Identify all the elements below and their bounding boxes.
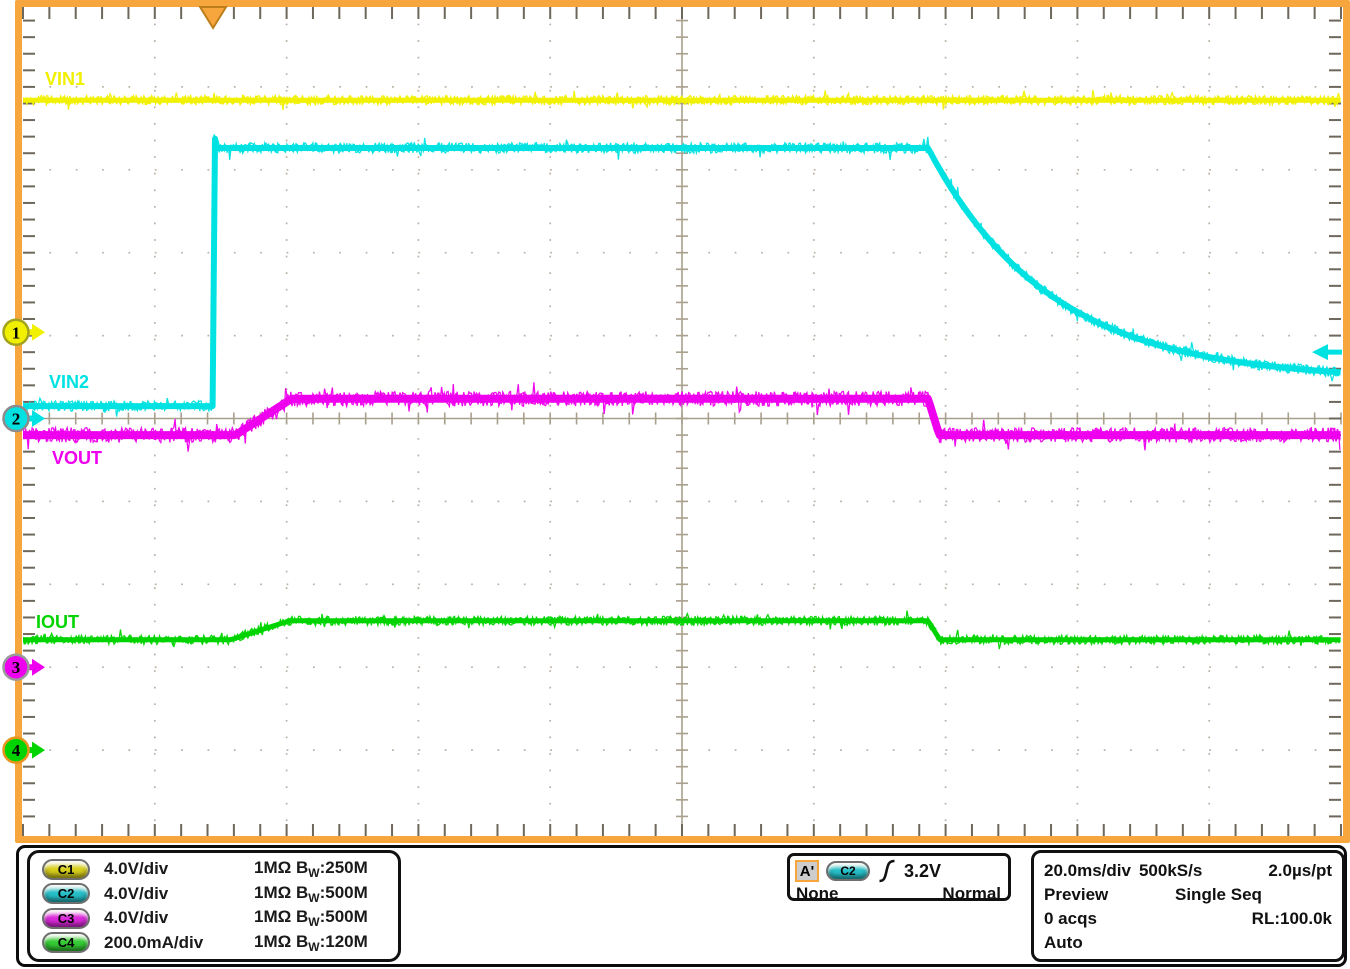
trace-label-vout: VOUT xyxy=(52,448,102,468)
channel-3-marker[interactable]: 3 xyxy=(4,655,46,680)
channel-row-c1[interactable]: C1 4.0V/div 1MΩ BW:250M xyxy=(42,857,398,882)
trace-label-vin2: VIN2 xyxy=(49,372,89,392)
channel-scale: 4.0V/div xyxy=(104,859,168,879)
channel-impedance-bandwidth: 1MΩ BW:120M xyxy=(254,932,368,954)
trigger-auto-mode: Auto xyxy=(1044,933,1083,953)
channel-2-right-arrow-icon[interactable] xyxy=(1312,344,1342,360)
oscilloscope-screen: VIN1 1 VIN2 2 VOUT 3 IOUT 4 C1 4.0V/div 1MΩ BW:25… xyxy=(0,0,1350,969)
trigger-level: 3.2V xyxy=(904,861,941,882)
run-mode: Single Seq xyxy=(1175,885,1262,905)
channel-scale: 4.0V/div xyxy=(104,908,168,928)
trigger-source-channel-pill: C2 xyxy=(826,861,870,881)
sample-resolution: 2.0µs/pt xyxy=(1268,861,1332,881)
trigger-position-marker[interactable] xyxy=(200,7,226,28)
channel-2-marker[interactable]: 2 xyxy=(4,406,46,431)
channel-row-c4[interactable]: C4 200.0mA/div 1MΩ BW:120M xyxy=(42,931,398,956)
channel-pill-c4[interactable]: C4 xyxy=(42,932,90,953)
channel-row-c3[interactable]: C3 4.0V/div 1MΩ BW:500M xyxy=(42,906,398,931)
trigger-mode-row: None Normal xyxy=(795,884,1003,905)
trigger-summary-row: A' C2 3.2V xyxy=(795,858,1003,884)
timebase-row-1: 20.0ms/div 500kS/s 2.0µs/pt xyxy=(1044,860,1332,881)
trace-label-vin1: VIN1 xyxy=(45,69,85,89)
timebase-scale: 20.0ms/div xyxy=(1044,861,1131,881)
svg-text:3: 3 xyxy=(12,658,21,677)
channel-scale: 4.0V/div xyxy=(104,884,168,904)
svg-text:1: 1 xyxy=(12,323,21,342)
svg-text:2: 2 xyxy=(12,410,21,429)
channel-settings-panel: C1 4.0V/div 1MΩ BW:250M C2 4.0V/div 1MΩ BW:50… xyxy=(27,850,401,962)
rising-edge-icon xyxy=(877,858,897,884)
record-length: RL:100.0k xyxy=(1252,909,1332,929)
timebase-row-4: Auto xyxy=(1044,932,1332,953)
channel-1-marker[interactable]: 1 xyxy=(4,320,46,345)
svg-text:4: 4 xyxy=(12,741,21,760)
channel-pill-c1[interactable]: C1 xyxy=(42,859,90,880)
timebase-panel: 20.0ms/div 500kS/s 2.0µs/pt Preview Sing… xyxy=(1031,850,1345,962)
waveform-display: VIN1 1 VIN2 2 VOUT 3 IOUT 4 xyxy=(0,0,1350,843)
readout-bar: C1 4.0V/div 1MΩ BW:250M C2 4.0V/div 1MΩ BW:50… xyxy=(16,845,1347,967)
acquisition-count: 0 acqs xyxy=(1044,909,1097,929)
center-crosshair xyxy=(23,7,1341,836)
trace-label-iout: IOUT xyxy=(36,612,79,632)
channel-4-marker[interactable]: 4 xyxy=(4,738,46,763)
trigger-a-badge: A' xyxy=(795,860,819,882)
channel-impedance-bandwidth: 1MΩ BW:250M xyxy=(254,858,368,880)
acquisition-status: Preview xyxy=(1044,885,1108,905)
trigger-settings-panel[interactable]: A' C2 3.2V None Normal xyxy=(787,853,1011,901)
channel-row-c2[interactable]: C2 4.0V/div 1MΩ BW:500M xyxy=(42,882,398,907)
sample-rate: 500kS/s xyxy=(1139,861,1202,881)
timebase-row-2: Preview Single Seq xyxy=(1044,884,1332,905)
trigger-holdoff-mode: None xyxy=(796,884,839,904)
channel-impedance-bandwidth: 1MΩ BW:500M xyxy=(254,907,368,929)
channel-scale: 200.0mA/div xyxy=(104,933,203,953)
timebase-row-3: 0 acqs RL:100.0k xyxy=(1044,908,1332,929)
channel-pill-c2[interactable]: C2 xyxy=(42,883,90,904)
channel-pill-c3[interactable]: C3 xyxy=(42,908,90,929)
channel-impedance-bandwidth: 1MΩ BW:500M xyxy=(254,883,368,905)
trigger-mode: Normal xyxy=(942,884,1001,904)
